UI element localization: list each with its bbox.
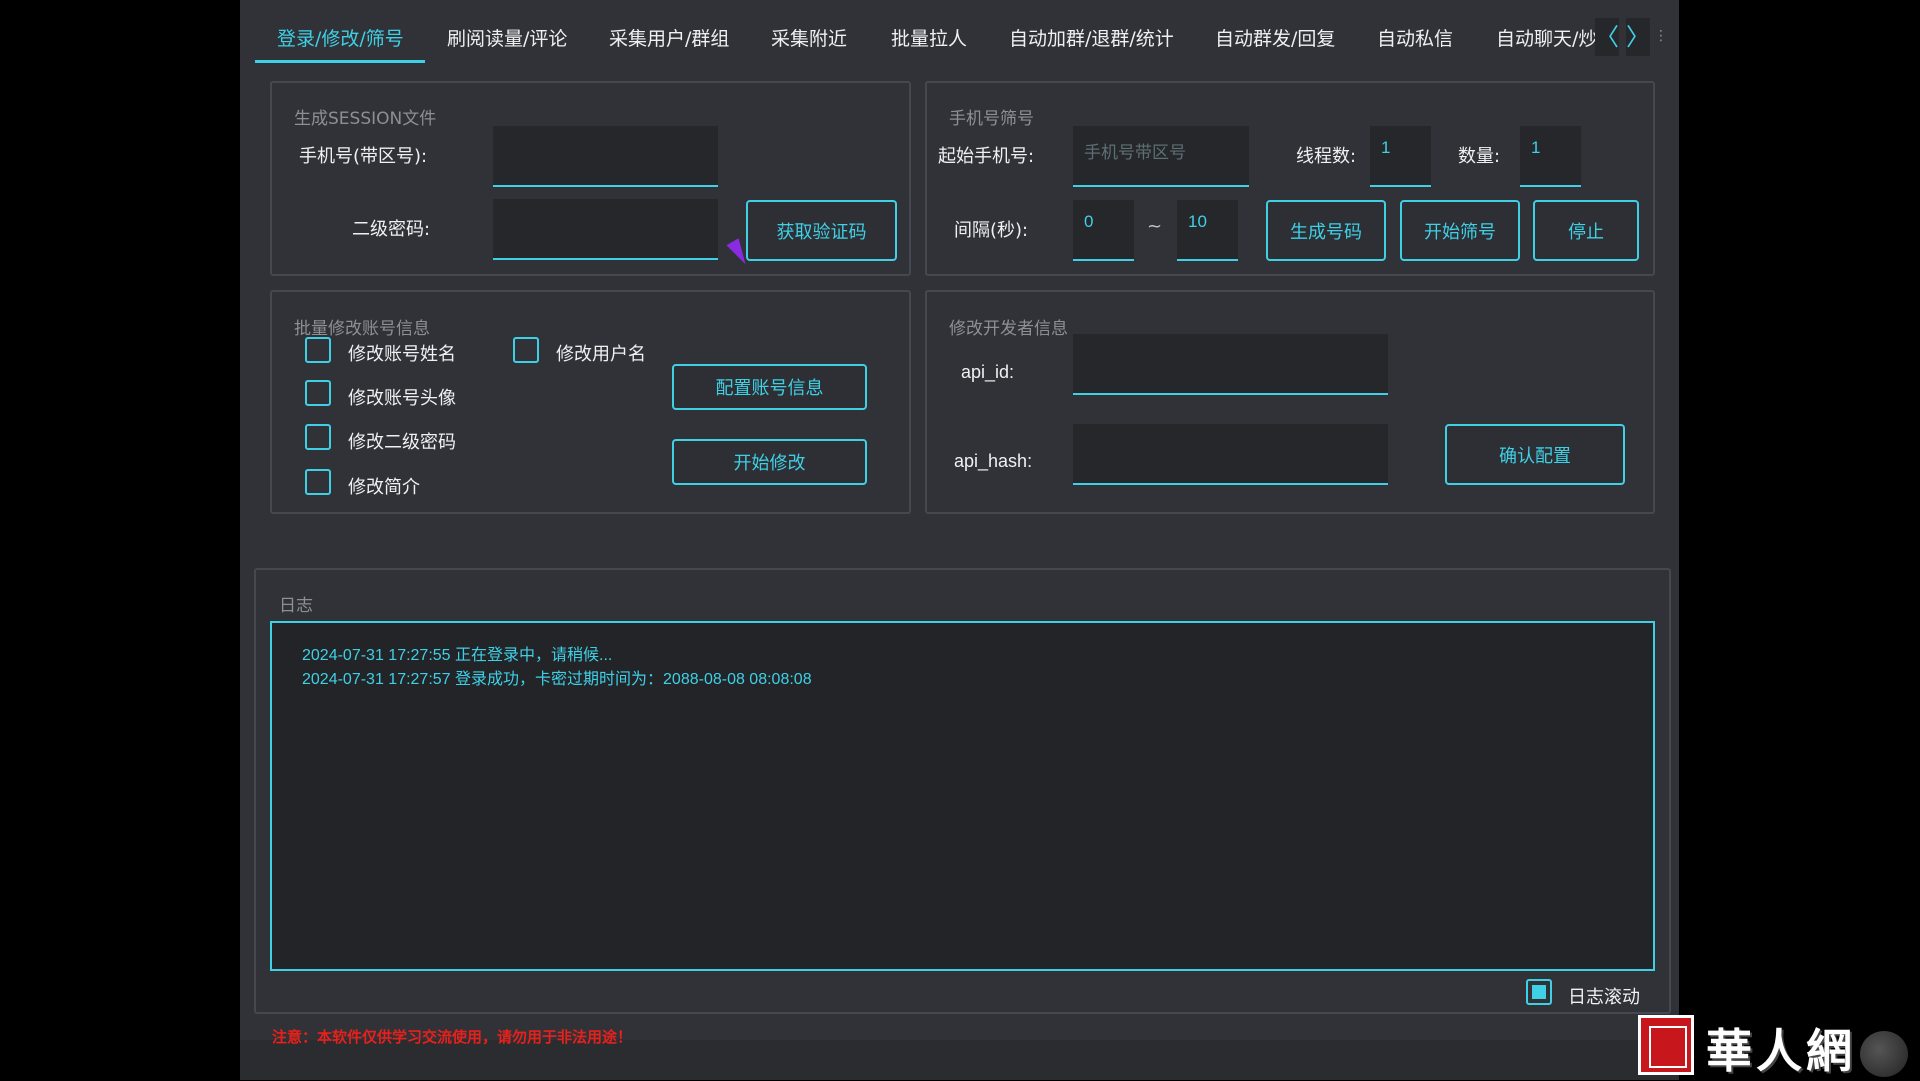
count-input[interactable]: 1 (1520, 126, 1581, 187)
tab-auto-broadcast-reply[interactable]: 自动群发/回复 (1215, 24, 1335, 51)
start-modify-button[interactable]: 开始修改 (672, 439, 867, 485)
modify-avatar-label: 修改账号头像 (348, 388, 456, 409)
developer-group-title: 修改开发者信息 (949, 319, 1068, 339)
password-input[interactable] (493, 199, 718, 260)
api-hash-label: api_hash: (954, 451, 1033, 471)
tab-next-arrow-icon[interactable]: 〉 (1626, 18, 1650, 56)
count-label: 数量: (1458, 146, 1501, 167)
log-output[interactable]: 2024-07-31 17:27:55 正在登录中，请稍候... 2024-07… (270, 621, 1655, 971)
config-account-button[interactable]: 配置账号信息 (672, 364, 867, 410)
modify-name-checkbox[interactable] (305, 337, 331, 363)
password-label: 二级密码: (352, 219, 431, 240)
phone-label: 手机号(带区号): (299, 146, 428, 167)
start-filter-button[interactable]: 开始筛号 (1400, 200, 1520, 261)
phone-filter-group-title: 手机号筛号 (949, 109, 1034, 129)
get-code-button[interactable]: 获取验证码 (746, 200, 897, 261)
tab-login-modify-filter[interactable]: 登录/修改/筛号 (277, 24, 404, 51)
generate-numbers-button[interactable]: 生成号码 (1266, 200, 1386, 261)
threads-label: 线程数: (1296, 146, 1357, 167)
tab-batch-invite[interactable]: 批量拉人 (891, 24, 967, 51)
modify-username-label: 修改用户名 (556, 344, 646, 365)
session-group-title: 生成SESSION文件 (294, 109, 437, 129)
log-scroll-label: 日志滚动 (1568, 987, 1640, 1008)
start-phone-input[interactable]: 手机号带区号 (1073, 126, 1249, 187)
stop-button[interactable]: 停止 (1533, 200, 1639, 261)
tab-auto-chat[interactable]: 自动聊天/炒 (1496, 24, 1600, 51)
threads-input[interactable]: 1 (1370, 126, 1431, 187)
api-id-label: api_id: (961, 362, 1015, 382)
modify-password-label: 修改二级密码 (348, 432, 456, 453)
tab-bar: 登录/修改/筛号 刷阅读量/评论 采集用户/群组 采集附近 批量拉人 自动加群/… (240, 0, 1679, 64)
modify-bio-checkbox[interactable] (305, 469, 331, 495)
phone-input[interactable] (493, 126, 718, 187)
tab-collect-users-groups[interactable]: 采集用户/群组 (609, 24, 729, 51)
interval-separator: ~ (1147, 216, 1163, 237)
modify-name-label: 修改账号姓名 (348, 344, 456, 365)
interval-label: 间隔(秒): (954, 220, 1029, 241)
tab-prev-arrow-icon[interactable]: 〈 (1595, 18, 1619, 56)
api-id-input[interactable] (1073, 334, 1388, 395)
tab-collect-nearby[interactable]: 采集附近 (771, 24, 847, 51)
active-tab-indicator (255, 60, 425, 63)
modify-bio-label: 修改简介 (348, 477, 420, 498)
api-hash-input[interactable] (1073, 424, 1388, 485)
modify-username-checkbox[interactable] (513, 337, 539, 363)
interval-min-input[interactable]: 0 (1073, 200, 1134, 261)
log-group-title: 日志 (279, 596, 313, 616)
log-scroll-checkbox[interactable] (1526, 979, 1552, 1005)
interval-max-input[interactable]: 10 (1177, 200, 1238, 261)
start-phone-placeholder: 手机号带区号 (1084, 143, 1186, 162)
batch-modify-group-title: 批量修改账号信息 (294, 319, 430, 339)
confirm-config-button[interactable]: 确认配置 (1445, 424, 1625, 485)
modify-password-checkbox[interactable] (305, 424, 331, 450)
watermark: 華人網 (1638, 1015, 1920, 1080)
modify-avatar-checkbox[interactable] (305, 380, 331, 406)
tab-auto-private-message[interactable]: 自动私信 (1377, 24, 1453, 51)
watermark-text: 華人網 (1706, 1024, 1856, 1078)
warning-notice: 注意：本软件仅供学习交流使用，请勿用于非法用途！ (272, 1028, 633, 1046)
seal-icon (1638, 1015, 1694, 1075)
tab-auto-join-leave[interactable]: 自动加群/退群/统计 (1009, 24, 1174, 51)
log-line: 2024-07-31 17:27:55 正在登录中，请稍候... (302, 647, 613, 664)
start-phone-label: 起始手机号: (938, 146, 1035, 167)
tab-read-comment[interactable]: 刷阅读量/评论 (447, 24, 567, 51)
app-window: 登录/修改/筛号 刷阅读量/评论 采集用户/群组 采集附近 批量拉人 自动加群/… (240, 0, 1679, 1080)
log-line: 2024-07-31 17:27:57 登录成功，卡密过期时间为：2088-08… (302, 671, 812, 688)
watermark-ball-icon (1860, 1031, 1908, 1077)
tab-more-icon[interactable]: ⋮ (1654, 28, 1668, 44)
